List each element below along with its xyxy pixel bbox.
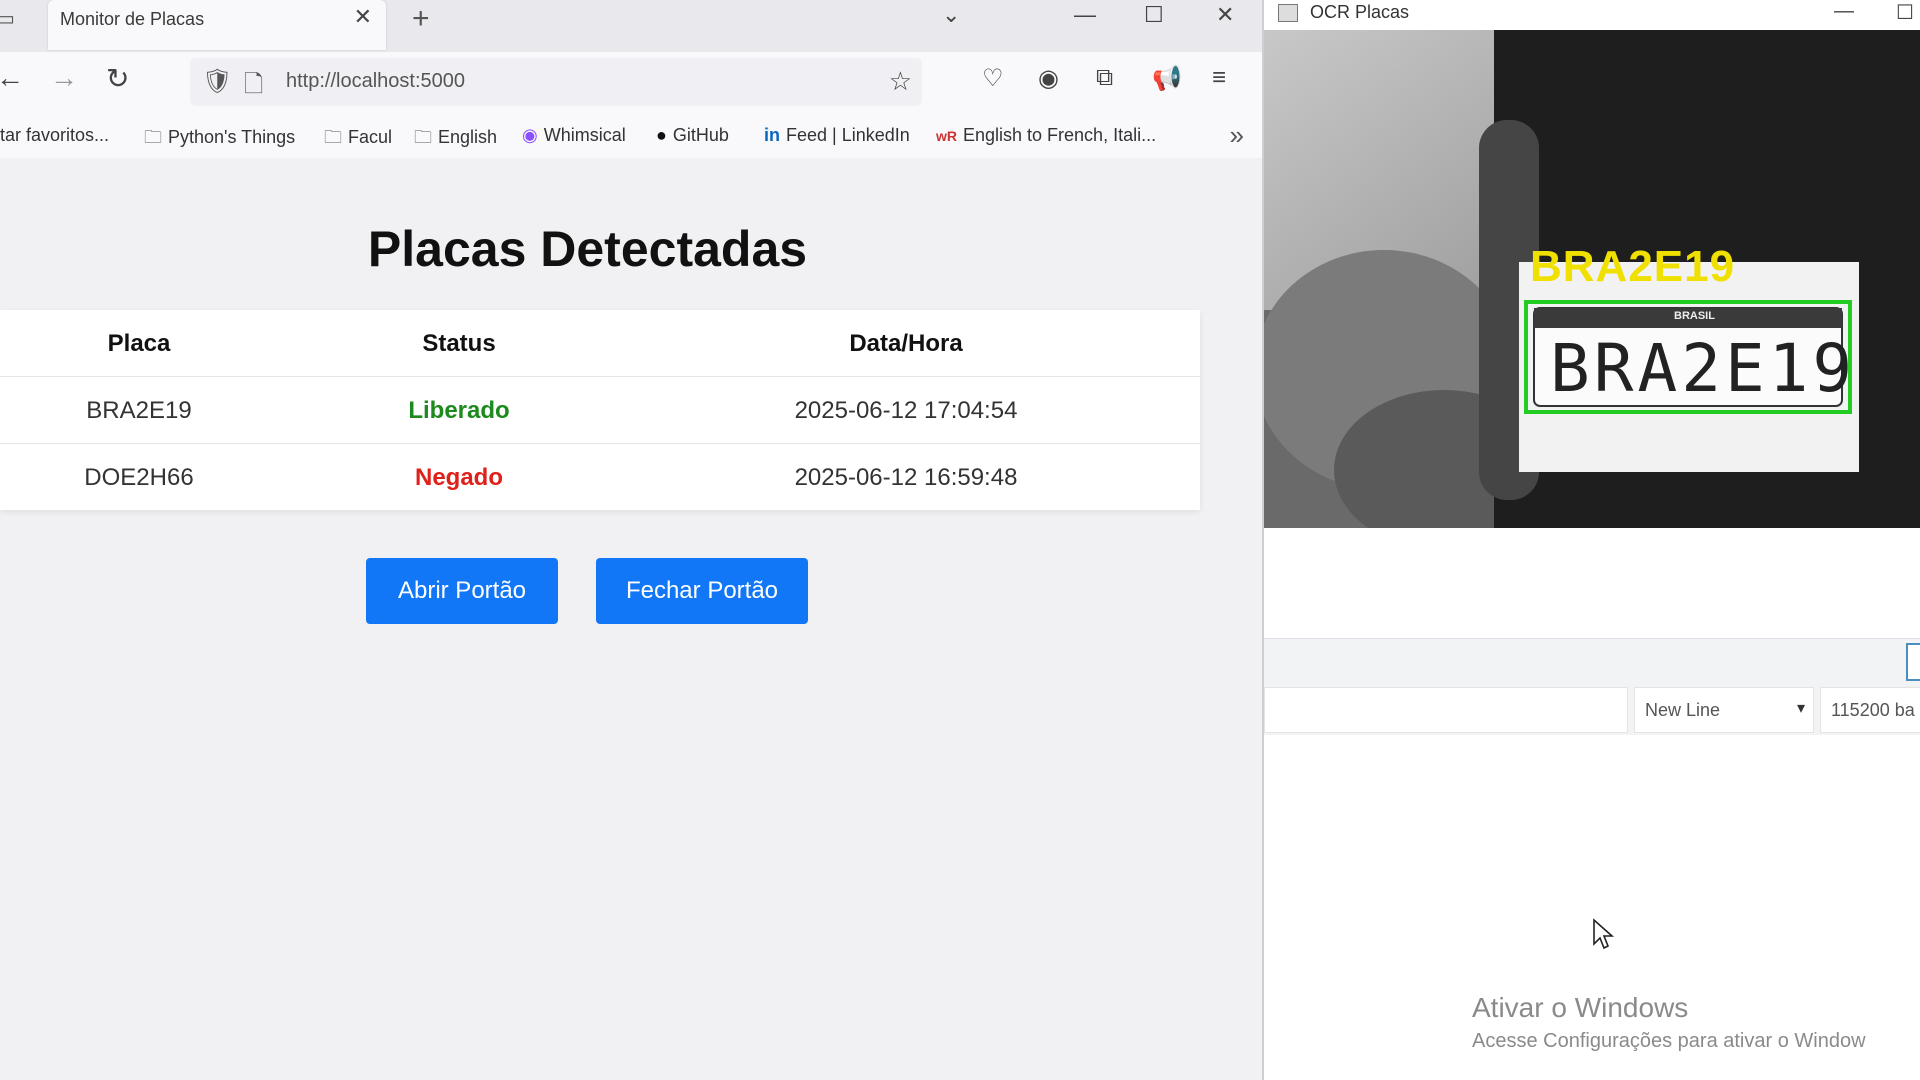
header-datahora: Data/Hora	[849, 330, 963, 357]
close-gate-button[interactable]: Fechar Portão	[596, 558, 808, 624]
line-ending-select[interactable]: New Line ▾	[1634, 687, 1814, 733]
bookmark-pythons-things[interactable]: 🗀 Python's Things	[144, 125, 295, 155]
extensions-icon[interactable]: ⧉	[1096, 64, 1113, 92]
cell-datahora: 2025-06-12 16:59:48	[794, 464, 1018, 491]
table-row: BRA2E19 Liberado 2025-06-12 17:04:54	[0, 377, 1200, 444]
bookmark-whimsical[interactable]: ◉ Whimsical	[522, 125, 626, 146]
bookmark-star-icon[interactable]: ☆	[889, 66, 912, 97]
plates-table: Placa Status Data/Hora BRA2E19 Liberado …	[0, 310, 1200, 510]
serial-toggle-button[interactable]	[1906, 643, 1920, 681]
maximize-icon[interactable]: ☐	[1144, 2, 1164, 28]
folder-icon: 🗀	[324, 127, 342, 147]
tab-bar: ▭ Monitor de Placas ✕ + ⌄ — ☐ ✕	[0, 0, 1262, 52]
whimsical-icon: ◉	[522, 125, 538, 145]
page-content: Placas Detectadas Placa Status Data/Hora…	[0, 158, 1262, 1080]
wordreference-icon: wR	[936, 128, 957, 144]
watermark-title: Ativar o Windows	[1472, 992, 1689, 1023]
folder-icon: 🗀	[144, 127, 162, 147]
shield-icon[interactable]: 🛡	[202, 67, 232, 96]
bookmarks-overflow-icon[interactable]: »	[1230, 120, 1244, 151]
camera-feed: BRA2E19 BRASIL BRA2E19	[1264, 30, 1920, 528]
serial-monitor-bar: New Line ▾ 115200 ba	[1264, 638, 1920, 735]
tab-monitor-de-placas[interactable]: Monitor de Placas ✕	[48, 0, 386, 50]
app-window-icon	[1278, 4, 1298, 22]
header-placa: Placa	[107, 330, 171, 357]
bookmark-english[interactable]: 🗀 English	[414, 125, 497, 155]
bookmark-facul[interactable]: 🗀 Facul	[324, 125, 392, 155]
table-header-row: Placa Status Data/Hora	[0, 310, 1200, 377]
cell-datahora: 2025-06-12 17:04:54	[794, 397, 1018, 424]
watermark-subtitle: Acesse Configurações para ativar o Windo…	[1472, 1030, 1866, 1052]
ocr-window: OCR Placas — ☐ BRA2E19 BRASIL BRA2E19 Ne…	[1262, 0, 1920, 1080]
serial-message-input[interactable]	[1264, 687, 1628, 733]
line-ending-value: New Line	[1645, 700, 1721, 720]
linkedin-icon: in	[764, 125, 780, 145]
back-icon[interactable]: ←	[0, 62, 24, 94]
url-text[interactable]: http://localhost:5000	[286, 70, 465, 93]
minimize-icon[interactable]: —	[1074, 2, 1096, 28]
browser-window: ▭ Monitor de Placas ✕ + ⌄ — ☐ ✕ ← → ↻ 🛡 …	[0, 0, 1262, 1080]
bookmarks-toolbar: rtar favoritos... 🗀 Python's Things 🗀 Facu…	[0, 114, 1262, 159]
reload-icon[interactable]: ↻	[106, 62, 129, 95]
dropdown-arrow-icon: ▾	[1796, 700, 1805, 717]
github-icon: ●	[656, 125, 667, 145]
plate-country-text: BRASIL	[1674, 310, 1715, 322]
url-bar[interactable]: 🛡 🗋 http://localhost:5000 ☆	[190, 58, 922, 106]
account-icon[interactable]: ◉	[1038, 64, 1059, 93]
ocr-title-bar: OCR Placas — ☐	[1264, 0, 1920, 30]
ocr-minimize-icon[interactable]: —	[1834, 0, 1854, 23]
megaphone-icon[interactable]: 📢	[1152, 64, 1182, 93]
page-icon: 🗋	[244, 71, 264, 98]
baud-rate-value: 115200 ba	[1831, 700, 1915, 720]
cell-placa: BRA2E19	[86, 397, 192, 424]
cell-placa: DOE2H66	[84, 464, 194, 491]
pocket-icon[interactable]: ♡	[982, 64, 1004, 93]
bookmark-github[interactable]: ● GitHub	[656, 125, 729, 146]
forward-icon[interactable]: →	[50, 62, 78, 94]
page-title: Placas Detectadas	[367, 221, 808, 277]
folder-icon: 🗀	[414, 127, 432, 147]
menu-icon[interactable]: ≡	[1212, 64, 1226, 92]
header-status: Status	[422, 330, 496, 357]
list-all-tabs-icon[interactable]: ⌄	[942, 2, 960, 28]
detected-plate-label: BRA2E19	[1530, 242, 1736, 291]
navigation-bar: ← → ↻ 🛡 🗋 http://localhost:5000 ☆ ♡ ◉ ⧉ …	[0, 52, 1262, 114]
ocr-window-title: OCR Placas	[1310, 2, 1410, 22]
baud-rate-select[interactable]: 115200 ba	[1820, 687, 1920, 733]
tab-list-icon[interactable]: ▭	[0, 6, 20, 30]
windows-activation-watermark: Ativar o Windows Acesse Configurações pa…	[1472, 992, 1866, 1053]
plate-text: BRA2E19	[1550, 330, 1857, 407]
tab-close-icon[interactable]: ✕	[354, 4, 372, 30]
tab-title: Monitor de Placas	[60, 9, 205, 29]
bookmark-wordreference[interactable]: wR English to French, Itali...	[936, 125, 1156, 146]
new-tab-icon[interactable]: +	[412, 2, 430, 36]
close-window-icon[interactable]: ✕	[1216, 2, 1234, 28]
cell-status-negado: Negado	[414, 464, 503, 491]
ocr-maximize-icon[interactable]: ☐	[1896, 0, 1914, 25]
mouse-pointer-icon	[1593, 918, 1615, 950]
bookmark-linkedin[interactable]: in Feed | LinkedIn	[764, 125, 910, 146]
table-row: DOE2H66 Negado 2025-06-12 16:59:48	[0, 444, 1200, 510]
open-gate-button[interactable]: Abrir Portão	[366, 558, 558, 624]
cell-status-liberado: Liberado	[408, 397, 510, 424]
bookmark-import[interactable]: rtar favoritos...	[0, 125, 109, 146]
